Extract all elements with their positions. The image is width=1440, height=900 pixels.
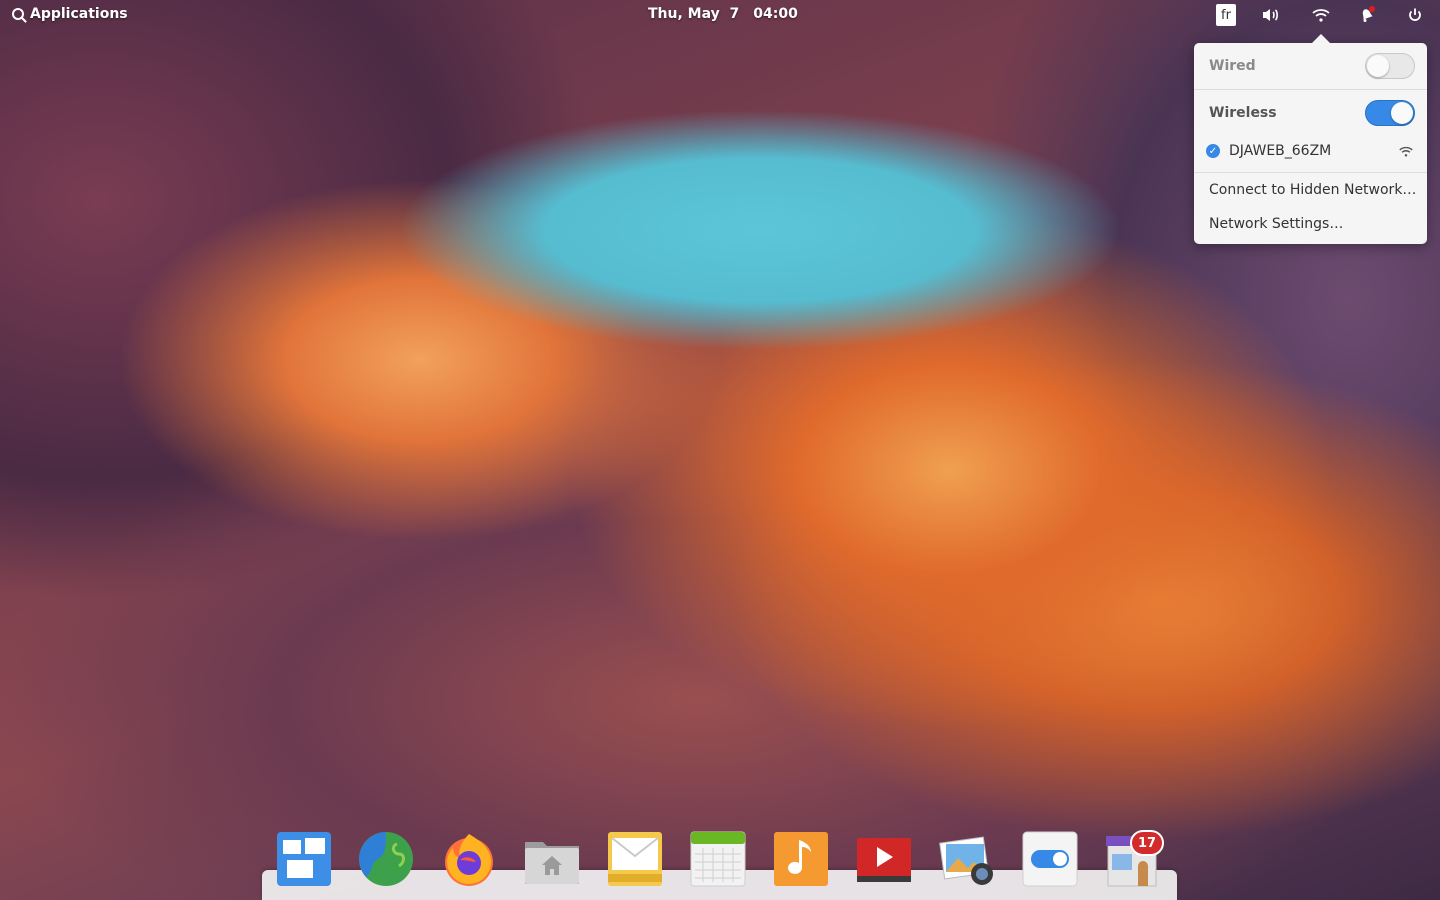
wired-label: Wired — [1209, 58, 1256, 74]
keyboard-layout-indicator[interactable]: fr — [1216, 4, 1236, 26]
wireless-row: Wireless — [1194, 90, 1427, 136]
wifi-icon — [1312, 9, 1330, 22]
multitasking-view-icon[interactable] — [275, 830, 333, 888]
notifications-indicator[interactable] — [1356, 4, 1378, 26]
calendar-icon[interactable] — [689, 830, 747, 888]
firefox-icon[interactable] — [440, 830, 498, 888]
mail-icon[interactable] — [606, 830, 664, 888]
network-popover: Wired Wireless ✓ DJAWEB_66ZM Connect to … — [1194, 34, 1427, 244]
wired-row: Wired — [1194, 43, 1427, 89]
network-settings-item[interactable]: Network Settings… — [1209, 216, 1343, 232]
time-label: 04:00 — [753, 6, 798, 22]
top-panel: Applications Thu, May 7 04:00 fr — [0, 0, 1440, 30]
session-indicator[interactable] — [1404, 4, 1426, 26]
notification-bell-icon — [1362, 6, 1375, 22]
appcenter-update-badge: 17 — [1130, 830, 1164, 856]
sound-indicator[interactable] — [1260, 4, 1282, 26]
applications-menu-button[interactable]: Applications — [12, 6, 128, 22]
search-icon — [12, 8, 24, 20]
applications-label: Applications — [30, 6, 128, 22]
wireless-switch[interactable] — [1365, 100, 1415, 126]
network-indicator[interactable] — [1310, 4, 1332, 26]
wifi-signal-icon — [1399, 146, 1413, 157]
music-icon[interactable] — [772, 830, 830, 888]
files-icon[interactable] — [523, 830, 581, 888]
videos-icon[interactable] — [855, 830, 913, 888]
switch-knob — [1391, 102, 1413, 124]
switch-knob — [1367, 55, 1389, 77]
connected-check-icon: ✓ — [1206, 144, 1220, 158]
date-label: Thu, May 7 — [648, 6, 740, 22]
network-item[interactable]: ✓ DJAWEB_66ZM — [1194, 138, 1427, 164]
connect-hidden-network-item[interactable]: Connect to Hidden Network… — [1209, 182, 1416, 198]
system-settings-icon[interactable] — [1021, 830, 1079, 888]
separator — [1194, 172, 1427, 173]
volume-icon — [1263, 9, 1278, 21]
wired-switch[interactable] — [1365, 53, 1415, 79]
wireless-label: Wireless — [1209, 105, 1277, 121]
power-icon — [1409, 8, 1421, 21]
network-ssid: DJAWEB_66ZM — [1229, 143, 1332, 159]
photos-icon[interactable] — [938, 830, 996, 888]
web-browser-icon[interactable] — [357, 830, 415, 888]
keyboard-layout-badge: fr — [1216, 4, 1236, 26]
datetime-indicator[interactable]: Thu, May 7 04:00 — [648, 6, 798, 22]
